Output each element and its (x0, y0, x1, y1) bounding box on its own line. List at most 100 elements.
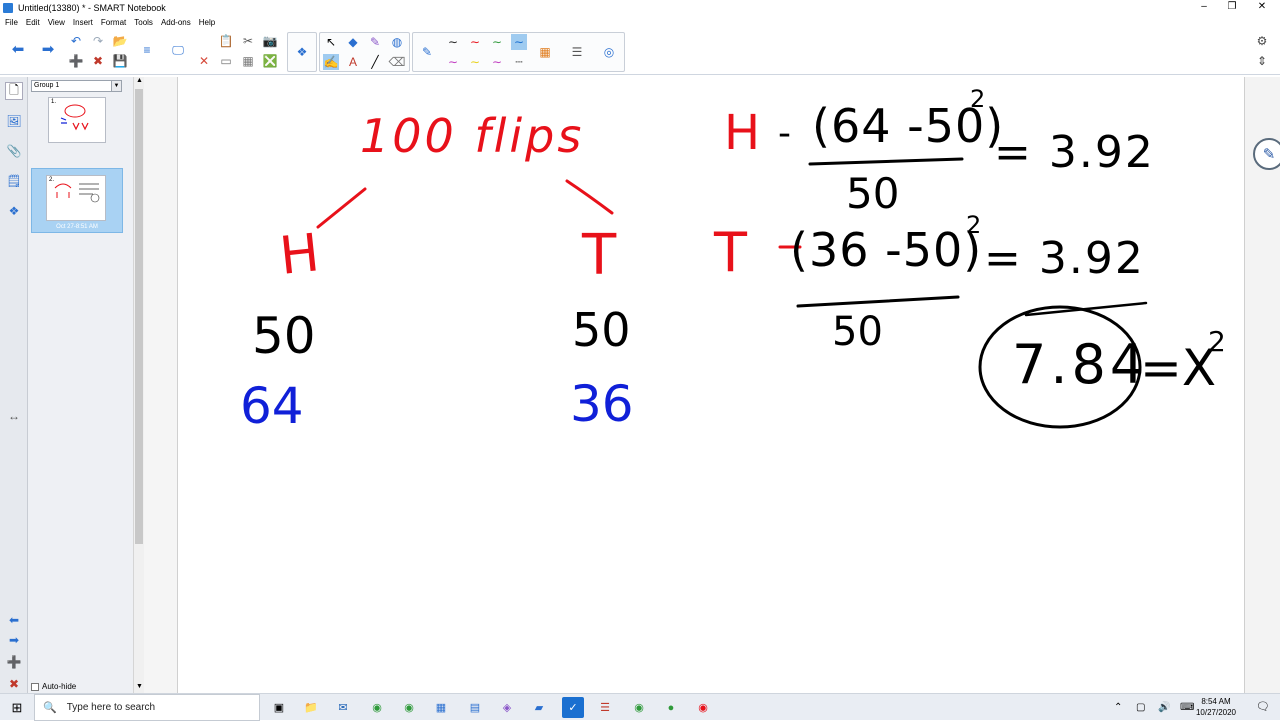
next-page-icon[interactable]: ➡ (40, 42, 56, 58)
fill-icon[interactable]: ◍ (389, 34, 405, 50)
menu-edit[interactable]: Edit (26, 18, 40, 27)
text-icon[interactable]: A (345, 54, 361, 70)
pen-icon[interactable]: ✍ (323, 54, 339, 70)
task-view-icon[interactable]: ▣ (268, 697, 290, 718)
color-palette-icon[interactable]: ▦ (537, 44, 553, 60)
pen-purple-icon[interactable]: ∼ (489, 54, 505, 70)
close-button[interactable]: ✕ (1248, 0, 1276, 15)
sidebar-add-page-icon[interactable]: ➕ (5, 653, 23, 671)
scroll-thumb[interactable] (135, 89, 143, 544)
add-page-icon[interactable]: ➕ (68, 53, 84, 69)
page-sorter-tab-icon[interactable]: 🗋 (5, 82, 23, 100)
app-icon[interactable]: ▤ (464, 697, 486, 718)
delete-icon[interactable]: ✕ (196, 53, 212, 69)
save-icon[interactable]: 💾 (112, 53, 128, 69)
capture-icon[interactable]: 📷 (262, 33, 278, 49)
chrome-profile-icon[interactable]: ◉ (398, 697, 420, 718)
move-toolbar-icon[interactable]: ⇕ (1254, 53, 1270, 69)
slide-number: 1. (51, 99, 57, 105)
sorter-scrollbar[interactable]: ▲ ▼ (133, 77, 144, 693)
scroll-down-icon[interactable]: ▼ (135, 683, 144, 693)
taskbar-search[interactable]: 🔍 Type here to search (34, 694, 260, 721)
pen-blue-icon[interactable]: ∼ (511, 34, 527, 50)
pen-yellow-icon[interactable]: ∼ (467, 54, 483, 70)
menu-view[interactable]: View (48, 18, 65, 27)
sidebar-prev-page-icon[interactable]: ⬅ (5, 611, 23, 629)
teams-icon[interactable]: ◈ (496, 697, 518, 718)
pen-magenta-icon[interactable]: ∼ (445, 54, 461, 70)
transparency-icon[interactable]: ◎ (601, 44, 617, 60)
display-icon[interactable]: 🖵 (170, 42, 186, 58)
chrome-icon[interactable]: ◉ (366, 697, 388, 718)
network-icon[interactable]: ▢ (1136, 694, 1145, 721)
page-sorter: Group 1 ▼ 1. 2. Oct 27-8:51 AM Auto-hide (28, 77, 133, 693)
hangouts-icon[interactable]: ● (660, 697, 682, 718)
windows-start-icon[interactable]: ⊞ (0, 694, 34, 721)
calculator-icon[interactable]: ▦ (430, 697, 452, 718)
restore-button[interactable]: ❐ (1218, 0, 1246, 15)
attachments-tab-icon[interactable]: 📎 (5, 142, 23, 160)
scroll-up-icon[interactable]: ▲ (135, 77, 144, 87)
pen-black-icon[interactable]: ∼ (445, 34, 461, 50)
select-arrow-icon[interactable]: ↖ (323, 34, 339, 50)
crop-icon[interactable]: ✂ (240, 33, 256, 49)
table-icon[interactable]: ▦ (240, 53, 256, 69)
taskbar-clock[interactable]: 8:54 AM 10/27/2020 (1186, 696, 1246, 718)
autohide-checkbox[interactable] (31, 682, 39, 691)
chrome-alt-icon[interactable]: ◉ (628, 697, 650, 718)
close-document-icon[interactable]: ❎ (262, 53, 278, 69)
addons-tab-icon[interactable]: ❖ (5, 202, 23, 220)
sidebar-delete-page-icon[interactable]: ✖ (5, 675, 23, 693)
acrobat-icon[interactable]: ☰ (594, 697, 616, 718)
whiteboard-canvas[interactable]: 100 flips H T 50 50 64 36 H - (64 -50) 2… (178, 77, 1244, 693)
sidebar-next-page-icon[interactable]: ➡ (5, 631, 23, 649)
puzzle-icon[interactable]: ❖ (294, 44, 310, 60)
undo-icon[interactable]: ↶ (68, 33, 84, 49)
tree-title: 100 flips (360, 109, 585, 163)
slide-thumbnail-1[interactable]: 1. (48, 97, 106, 143)
chi-square-exponent: 2 (1208, 325, 1226, 358)
taskbar: ⊞ 🔍 Type here to search ▣ 📁 ✉ ◉ ◉ ▦ ▤ ◈ … (0, 693, 1280, 721)
menu-addons[interactable]: Add-ons (161, 18, 191, 27)
menu-insert[interactable]: Insert (73, 18, 93, 27)
redo-icon[interactable]: ↷ (90, 33, 106, 49)
chrome-red-icon[interactable]: ◉ (692, 697, 714, 718)
menu-help[interactable]: Help (199, 18, 215, 27)
menu-file[interactable]: File (5, 18, 18, 27)
gallery-tab-icon[interactable]: 🖼 (5, 112, 23, 130)
group-select[interactable]: Group 1 ▼ (31, 80, 122, 92)
pen-green-icon[interactable]: ∼ (489, 34, 505, 50)
minimize-button[interactable]: – (1190, 0, 1218, 15)
table-row-icon[interactable]: ▭ (218, 53, 234, 69)
tray-chevron-icon[interactable]: ⌃ (1114, 694, 1122, 721)
notebook-app-icon[interactable]: ▰ (528, 697, 550, 718)
file-explorer-icon[interactable]: 📁 (300, 697, 322, 718)
right-expected-count: 50 (572, 303, 631, 357)
volume-icon[interactable]: 🔊 (1158, 694, 1170, 721)
left-branch-line (316, 187, 367, 229)
line-icon[interactable]: ╱ (367, 54, 383, 70)
autohide-toggle[interactable]: Auto-hide (31, 682, 76, 691)
magic-pen-icon[interactable]: ✎ (367, 34, 383, 50)
settings-gear-icon[interactable]: ⚙ (1254, 33, 1270, 49)
floating-pen-button[interactable]: ✎ (1253, 138, 1280, 170)
delete-page-icon[interactable]: ✖ (90, 53, 106, 69)
line-width-icon[interactable]: ☰ (569, 44, 585, 60)
menu-tools[interactable]: Tools (134, 18, 153, 27)
outlook-icon[interactable]: ✉ (332, 697, 354, 718)
menu-format[interactable]: Format (101, 18, 126, 27)
previous-page-icon[interactable]: ⬅ (10, 42, 26, 58)
open-file-icon[interactable]: 📂 (112, 33, 128, 49)
shapes-icon[interactable]: ◆ (345, 34, 361, 50)
resize-handle-icon[interactable]: ↔ (5, 407, 23, 425)
eraser-icon[interactable]: ⌫ (389, 54, 406, 70)
notifications-icon[interactable]: 🗨 (1256, 700, 1270, 713)
smart-notebook-taskbar-icon[interactable]: ✓ (562, 697, 584, 718)
pen-red-icon[interactable]: ∼ (467, 34, 483, 50)
paste-icon[interactable]: 📋 (218, 33, 234, 49)
screen-shade-icon[interactable]: ≡ (139, 42, 155, 58)
pen-dashed-icon[interactable]: ┈ (511, 54, 527, 70)
t-row-denominator: 50 (832, 309, 883, 355)
properties-tab-icon[interactable]: 🗒 (5, 172, 23, 190)
pen-style-icon[interactable]: ✎ (419, 44, 435, 60)
